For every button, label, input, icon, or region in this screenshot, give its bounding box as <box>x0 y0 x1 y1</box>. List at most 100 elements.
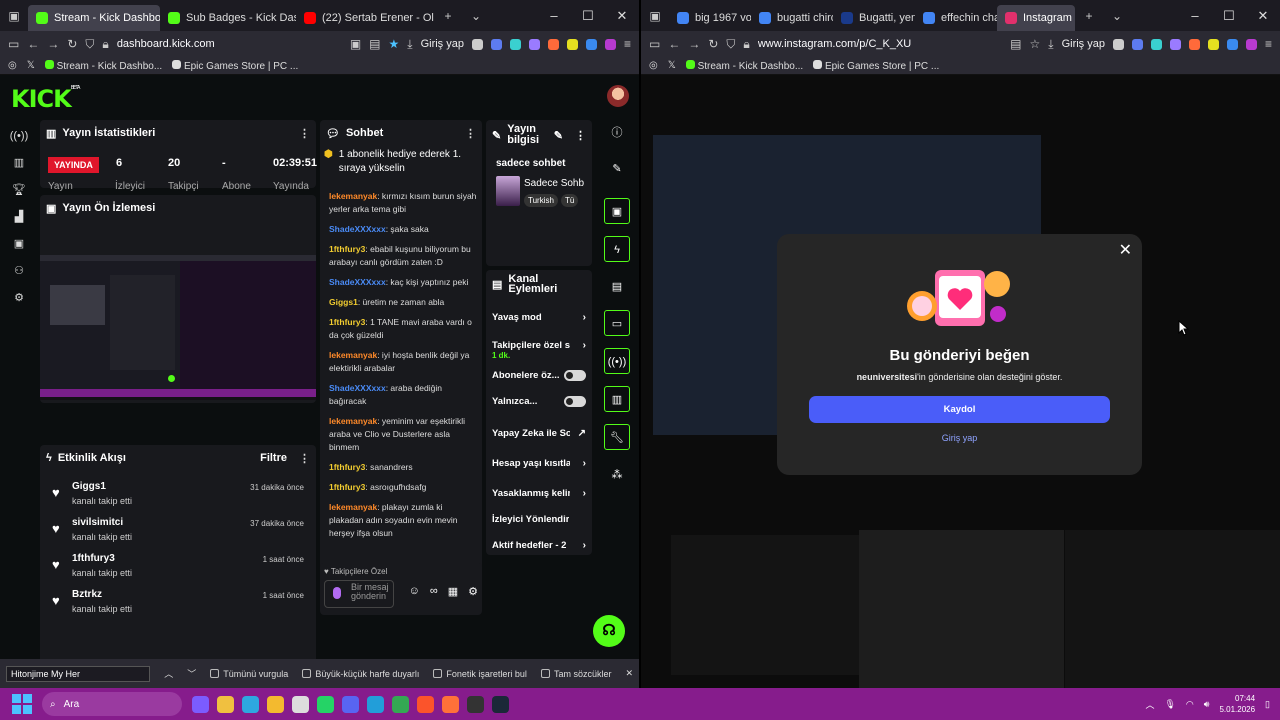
info-icon[interactable]: ⓘ <box>604 120 630 146</box>
chat-message[interactable]: Giggs1: üretim ne zaman abla <box>329 296 477 309</box>
sign-in-button[interactable]: Giriş yap <box>421 38 464 50</box>
chat-username[interactable]: lekemanyak <box>329 191 377 201</box>
chat-username[interactable]: lekemanyak <box>329 502 377 512</box>
extension-icon[interactable] <box>1169 38 1181 50</box>
teams-icon[interactable] <box>192 695 209 713</box>
channel-action-item[interactable]: Abonelere öz... <box>492 370 586 381</box>
firefox-icon[interactable]: ◎ <box>8 60 17 71</box>
activity-item[interactable]: ♥ Bztrkz kanalı takip etti 1 saat önce <box>48 589 308 625</box>
extension-icon[interactable] <box>1112 38 1124 50</box>
address-bar[interactable]: dashboard.kick.com <box>117 38 215 50</box>
chat-message[interactable]: 1fthfury3: 1 TANE mavi araba vardı o da … <box>329 316 477 342</box>
chrome-icon[interactable] <box>392 695 409 713</box>
reload-icon[interactable]: ↻ <box>708 37 718 51</box>
chat-message[interactable]: ShadeXXXxxx: kaç kişi yaptınız peki <box>329 276 477 289</box>
match-diacritics-checkbox[interactable]: Fonetik işaretleri bul <box>433 669 527 679</box>
chevron-right-icon[interactable]: › <box>583 458 586 469</box>
tab-search[interactable]: bugatti chiron <box>751 5 833 31</box>
more-options-icon[interactable]: ⋮ <box>299 127 310 140</box>
mic-icon[interactable] <box>333 587 341 599</box>
trophy-icon[interactable]: 🏆︎ <box>0 177 38 204</box>
windows-start-icon[interactable] <box>12 694 32 714</box>
chat-bubble-icon[interactable]: ▭ <box>604 310 630 336</box>
settings-icon[interactable]: ⚙ <box>0 285 38 312</box>
bolt-icon[interactable]: ϟ <box>604 236 630 262</box>
forward-icon[interactable]: → <box>47 37 59 51</box>
extension-icon[interactable] <box>1207 38 1219 50</box>
screenshot-icon[interactable]: ▣ <box>350 37 361 51</box>
reader-icon[interactable]: ▤ <box>369 37 380 51</box>
community-icon[interactable]: ▟ <box>0 204 38 231</box>
chat-message[interactable]: lekemanyak: kırmızı kısım burun siyah ye… <box>329 190 477 216</box>
bookmark-star-icon[interactable]: ☆ <box>1030 37 1041 51</box>
telegram-icon[interactable] <box>367 695 384 713</box>
login-link[interactable]: Giriş yap <box>777 433 1142 443</box>
channel-action-item[interactable]: Aktif hedefler - 2 › <box>492 540 586 551</box>
edge-icon[interactable] <box>242 695 259 713</box>
find-prev-icon[interactable]: ︿ <box>164 667 173 680</box>
extension-icon[interactable] <box>471 38 483 50</box>
channel-action-item[interactable]: İzleyici Yönlendir <box>492 514 586 525</box>
chevron-down-icon[interactable]: ⌄ <box>462 9 490 23</box>
gift-box-icon[interactable]: ▦ <box>448 585 458 598</box>
chat-username[interactable]: 1fthfury3 <box>329 462 365 472</box>
calculator-icon[interactable] <box>292 695 309 713</box>
firefox-taskbar-icon[interactable] <box>442 695 459 713</box>
extension-icon[interactable] <box>1150 38 1162 50</box>
chevron-right-icon[interactable]: › <box>583 312 586 323</box>
edit-icon[interactable]: ✎ <box>554 129 563 142</box>
tab-youtube[interactable]: (22) Sertab Erener - Ol✕ <box>296 5 434 31</box>
new-tab-icon[interactable]: + <box>434 9 462 23</box>
external-link-icon[interactable]: ↗ <box>578 428 586 439</box>
emote-icon[interactable]: ☺ <box>409 585 420 598</box>
highlight-all-checkbox[interactable]: Tümünü vurgula <box>210 669 288 679</box>
extension-icon[interactable] <box>566 38 578 50</box>
minimize-icon[interactable]: – <box>1178 8 1212 24</box>
extension-icon[interactable] <box>1226 38 1238 50</box>
extension-icon[interactable] <box>509 38 521 50</box>
pencil-icon[interactable]: ✎ <box>604 156 630 182</box>
bookmark-item[interactable]: Epic Games Store | PC ... <box>813 59 939 72</box>
chat-message[interactable]: 1fthfury3: asroıgufhdsafg <box>329 481 477 494</box>
address-bar[interactable]: www.instagram.com/p/C_K_XU <box>758 38 911 50</box>
x-icon[interactable]: 𝕏 <box>668 60 676 71</box>
chat-username[interactable]: 1fthfury3 <box>329 482 365 492</box>
chevron-down-icon[interactable]: ⌄ <box>1103 9 1131 23</box>
channel-action-item[interactable]: Yalnızca... <box>492 396 586 407</box>
signup-button[interactable]: Kaydol <box>809 396 1110 423</box>
steam-icon[interactable] <box>492 695 509 713</box>
microphone-icon[interactable]: 🎙︎ <box>1164 699 1175 710</box>
back-icon[interactable]: ← <box>27 37 39 51</box>
more-options-icon[interactable]: ⋮ <box>465 127 476 140</box>
brave-icon[interactable] <box>417 695 434 713</box>
maximize-icon[interactable]: ☐ <box>571 8 605 24</box>
activity-item[interactable]: ♥ sivilsimitci kanalı takip etti 37 dakika … <box>48 517 308 553</box>
binance-icon[interactable] <box>267 695 284 713</box>
extension-icon[interactable] <box>1188 38 1200 50</box>
analytics-icon[interactable]: ▥ <box>0 150 38 177</box>
chevron-right-icon[interactable]: › <box>583 340 586 351</box>
channel-action-item[interactable]: Yavaş mod › <box>492 312 586 323</box>
infinity-icon[interactable]: ∞ <box>430 585 438 598</box>
chat-message[interactable]: ShadeXXXxxx: şaka saka <box>329 223 477 236</box>
new-tab-icon[interactable]: + <box>1075 9 1103 23</box>
extension-icon[interactable] <box>604 38 616 50</box>
download-icon[interactable]: ⤓ <box>407 37 412 52</box>
download-icon[interactable]: ⤓ <box>1048 37 1053 52</box>
tab-article[interactable]: Bugatti, yeni ik <box>833 5 915 31</box>
extension-icon[interactable] <box>490 38 502 50</box>
kick-logo[interactable]: KICKBETA <box>11 85 80 113</box>
chat-username[interactable]: ShadeXXXxxx <box>329 224 386 234</box>
bookmark-item[interactable]: Stream - Kick Dashbo... <box>685 59 803 72</box>
tab-instagram[interactable]: Instagram✕ <box>997 4 1075 31</box>
taskbar-search[interactable]: ⌕ Ara <box>42 692 182 716</box>
match-case-checkbox[interactable]: Büyük-küçük harfe duyarlı <box>302 669 419 679</box>
find-next-icon[interactable]: ﹀ <box>187 667 196 680</box>
channel-action-item[interactable]: Hesap yaşı kısıtla › <box>492 458 586 469</box>
wrench-icon[interactable]: 🔧︎ <box>604 424 630 450</box>
file-explorer-icon[interactable] <box>217 695 234 713</box>
toggle-switch[interactable] <box>564 370 586 381</box>
activity-item[interactable]: ♥ Giggs1 kanalı takip etti 31 dakika önce <box>48 481 308 517</box>
tab-search[interactable]: effechin challe <box>915 5 997 31</box>
forward-icon[interactable]: → <box>688 37 700 51</box>
